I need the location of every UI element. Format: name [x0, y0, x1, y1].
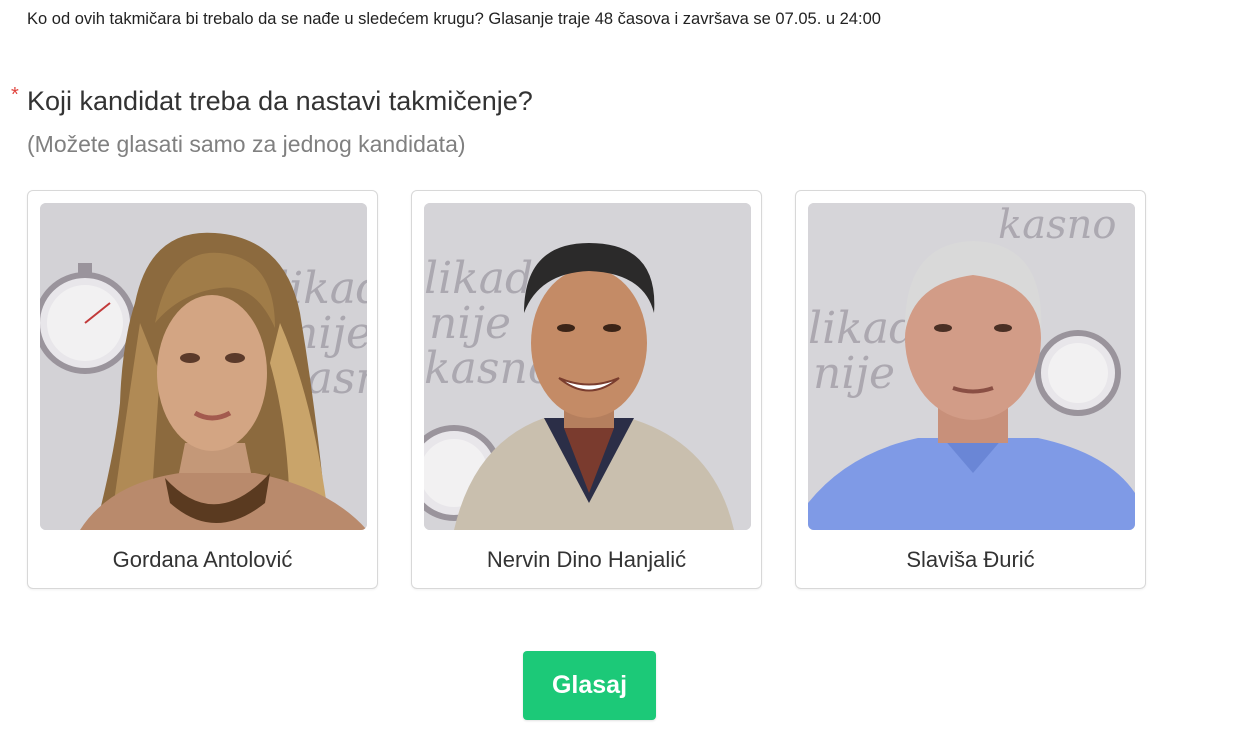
candidate-card-slavisa-djuric[interactable]: kasno likad nije Slaviša Đurić	[795, 190, 1146, 589]
candidate-name: Slaviša Đurić	[906, 547, 1035, 572]
poll-question: Koji kandidat treba da nastavi takmičenj…	[27, 86, 533, 116]
candidate-card-gordana-antolovic[interactable]: likad nije kasno Gordana	[27, 190, 378, 589]
poll-subtitle: (Možete glasati samo za jednog kandidata…	[27, 131, 466, 157]
candidate-photo-man-dark-hair-icon: likad nije kasno	[424, 203, 751, 530]
candidate-name: Nervin Dino Hanjalić	[486, 547, 687, 572]
poll-intro-text: Ko od ovih takmičara bi trebalo da se na…	[27, 10, 881, 28]
required-marker: *	[11, 84, 19, 106]
backdrop-text: likad	[808, 303, 917, 354]
candidate-card-nervin-dino-hanjalic[interactable]: likad nije kasno Nervin Dino Hanjalić	[411, 190, 762, 589]
candidate-photo-woman-blonde-icon: likad nije kasno	[40, 203, 367, 530]
backdrop-text: nije	[813, 348, 895, 399]
candidate-name: Gordana Antolović	[112, 547, 293, 572]
candidate-list: likad nije kasno Gordana	[27, 190, 1146, 589]
candidate-photo: kasno likad nije	[808, 203, 1135, 530]
backdrop-text: likad	[424, 253, 533, 304]
candidate-photo-man-bald-icon: kasno likad nije	[808, 203, 1135, 530]
candidate-photo: likad nije kasno	[40, 203, 367, 530]
backdrop-text: nije	[429, 298, 511, 349]
candidate-photo: likad nije kasno	[424, 203, 751, 530]
backdrop-text: kasno	[998, 203, 1116, 248]
vote-button[interactable]: Glasaj	[523, 651, 656, 720]
